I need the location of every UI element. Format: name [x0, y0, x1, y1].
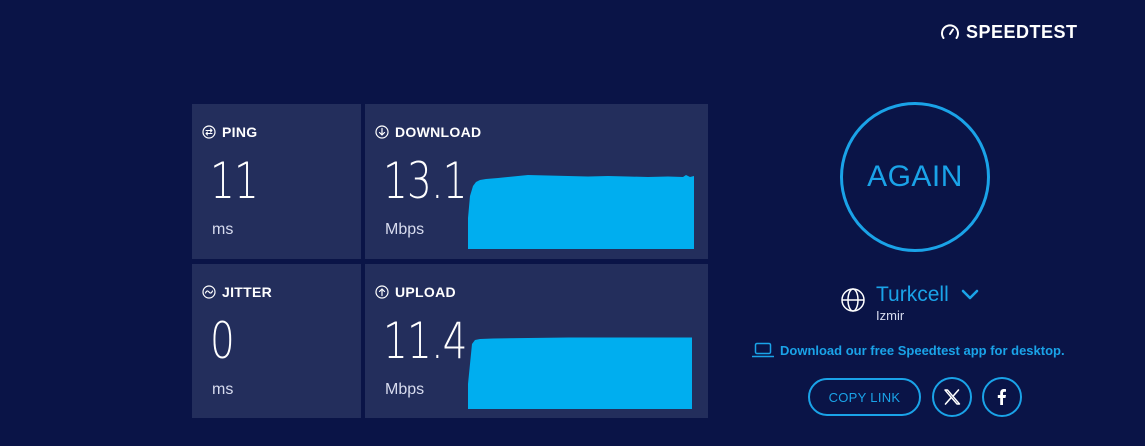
share-facebook-button[interactable] [982, 377, 1022, 417]
upload-label: UPLOAD [395, 284, 456, 300]
upload-speed-graph [468, 337, 692, 409]
provider-text: Turkcell Izmir [876, 283, 979, 323]
ping-label: PING [222, 124, 258, 140]
speedtest-logo[interactable]: SPEEDTEST [940, 22, 1078, 43]
download-header: DOWNLOAD [375, 124, 481, 140]
again-button[interactable]: AGAIN [840, 102, 990, 252]
upload-unit: Mbps [385, 381, 425, 398]
download-tile: DOWNLOAD 13.1 Mbps [365, 104, 708, 259]
chevron-down-icon[interactable] [961, 289, 979, 301]
download-unit: Mbps [385, 221, 425, 238]
upload-tile: UPLOAD 11.4 Mbps [365, 264, 708, 418]
desktop-app-link[interactable]: Download our free Speedtest app for desk… [752, 342, 1065, 358]
laptop-icon [752, 342, 774, 358]
facebook-icon [997, 389, 1006, 405]
provider-location: Izmir [876, 308, 905, 323]
jitter-unit: ms [212, 381, 234, 398]
upload-header: UPLOAD [375, 284, 456, 300]
ping-value: 11 [210, 152, 259, 210]
ping-unit: ms [212, 221, 234, 238]
jitter-header: JITTER [202, 284, 272, 300]
ping-tile: PING 11 ms [192, 104, 361, 259]
ping-icon [202, 125, 216, 139]
share-x-button[interactable] [932, 377, 972, 417]
download-speed-graph [468, 175, 694, 249]
upload-value: 11.4 [383, 312, 467, 370]
logo-text: SPEEDTEST [966, 22, 1078, 42]
jitter-label: JITTER [222, 284, 273, 300]
download-label: DOWNLOAD [395, 124, 482, 140]
upload-arrow-icon [375, 285, 389, 299]
download-arrow-icon [375, 125, 389, 139]
speedtest-result-page: SPEEDTEST PING 11 ms DOWNLOAD 13.1 Mbps [0, 0, 1145, 446]
download-value: 13.1 [383, 152, 467, 210]
provider-selector[interactable]: Turkcell Izmir [840, 283, 979, 323]
ping-header: PING [202, 124, 257, 140]
provider-name[interactable]: Turkcell [876, 283, 949, 307]
speedometer-icon [941, 23, 959, 39]
desktop-app-text: Download our free Speedtest app for desk… [780, 342, 1065, 358]
jitter-icon [202, 285, 216, 299]
x-logo-icon [944, 389, 961, 405]
jitter-value: 0 [210, 312, 235, 370]
globe-icon [841, 288, 865, 312]
jitter-tile: JITTER 0 ms [192, 264, 361, 418]
copy-link-button[interactable]: COPY LINK [808, 378, 921, 416]
